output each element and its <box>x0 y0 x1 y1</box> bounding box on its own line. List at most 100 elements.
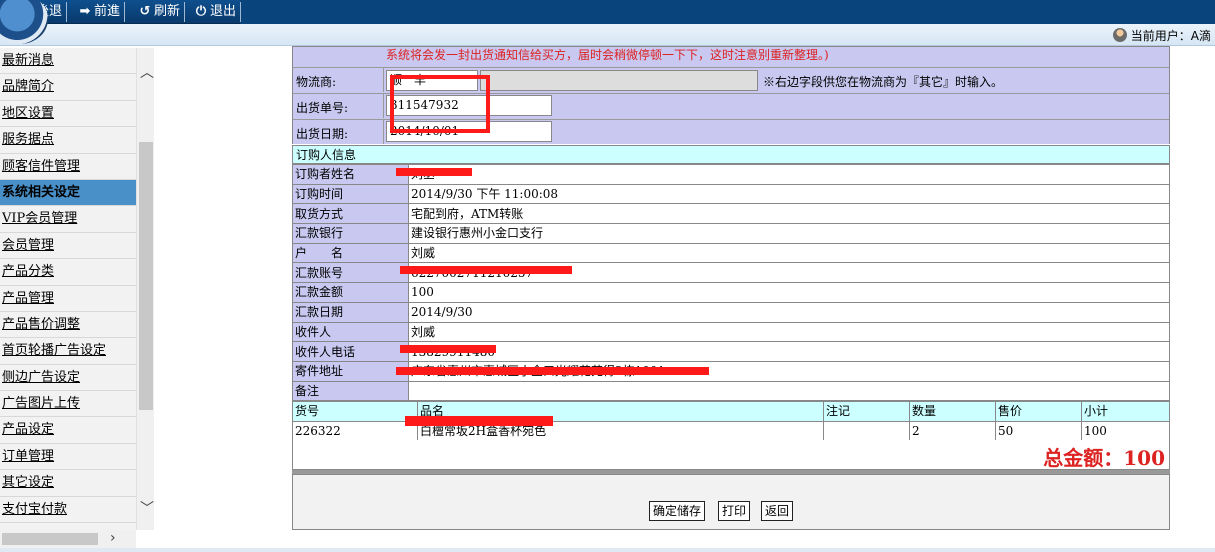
buyer-label: 汇款金额 <box>292 282 409 303</box>
buyer-value: 2014/9/30 <box>408 301 1170 323</box>
sidebar-menu: 最新消息 品牌简介 地区设置 服务据点 顾客信件管理 系统相关设定 VIP会员管… <box>0 48 136 530</box>
scroll-thumb[interactable] <box>139 142 153 410</box>
sidebar-item-system-settings[interactable]: 系统相关设定 <box>0 179 136 207</box>
forward-label: 前進 <box>94 4 121 19</box>
buyer-row: 取货方式 宅配到府，ATM转账 <box>292 203 1170 225</box>
buyer-label: 取货方式 <box>292 203 409 225</box>
h-scroll-thumb[interactable] <box>2 533 98 545</box>
sidebar-item-price-adjust[interactable]: 产品售价调整 <box>0 312 136 339</box>
buyer-value: 刘丞 <box>408 164 1170 185</box>
sidebar-item-orders[interactable]: 订单管理 <box>0 444 136 471</box>
sidebar-item-news[interactable]: 最新消息 <box>0 48 136 75</box>
user-avatar-icon <box>1112 28 1127 42</box>
red-annotation-box <box>390 75 490 133</box>
redaction-mark <box>396 367 709 375</box>
buyer-row: 户 名刘威 <box>292 242 1170 264</box>
buyer-value: 建设银行惠州小金口支行 <box>408 223 1170 244</box>
buyer-value: 刘威 <box>408 321 1170 343</box>
buyer-section-title: 订购人信息 <box>292 145 1170 164</box>
logistics-other-input[interactable] <box>480 70 758 91</box>
buyer-label: 户 名 <box>292 242 409 264</box>
user-info-bar: 当前用户：A滴 <box>0 24 1215 46</box>
sidebar-item-alipay[interactable]: 支付宝付款 <box>0 497 136 524</box>
current-user-text: 当前用户：A滴 <box>1130 29 1211 43</box>
action-bar: 确定储存 打印 返回 <box>292 474 1170 530</box>
scroll-right-icon[interactable]: › <box>110 530 116 546</box>
sidebar-item-carousel-ads[interactable]: 首页轮播广告设定 <box>0 338 136 365</box>
buyer-label: 汇款账号 <box>292 262 409 284</box>
scroll-up-icon[interactable]: ︿ <box>140 62 154 82</box>
total-area: 总金额：100 <box>292 440 1170 470</box>
buyer-row: 汇款金额 100 <box>292 282 1170 303</box>
refresh-button[interactable]: ↺ 刷新 <box>134 2 186 22</box>
logistics-label: 物流商: <box>296 75 337 89</box>
goods-header: 数量 <box>909 401 996 422</box>
goods-header: 货号 <box>292 401 418 422</box>
sidebar-item-ad-upload[interactable]: 广告图片上传 <box>0 391 136 418</box>
sidebar-item-categories[interactable]: 产品分类 <box>0 259 136 286</box>
redaction-mark <box>405 416 553 426</box>
buyer-value: 宅配到府，ATM转账 <box>408 203 1170 225</box>
buyer-value: 刘威 <box>408 242 1170 264</box>
sidebar-item-side-ads[interactable]: 侧边广告设定 <box>0 365 136 392</box>
print-button[interactable]: 打印 <box>718 501 751 521</box>
sidebar-item-brand[interactable]: 品牌简介 <box>0 74 136 101</box>
goods-cell: 100 <box>1081 420 1170 441</box>
sidebar-item-region[interactable]: 地区设置 <box>0 101 136 128</box>
sidebar-item-other-settings[interactable]: 其它设定 <box>0 470 136 497</box>
sidebar-item-customer-mail[interactable]: 顾客信件管理 <box>0 154 136 180</box>
buyer-label: 备注 <box>292 380 409 402</box>
buyer-label: 收件人电话 <box>292 341 409 362</box>
sidebar-horizontal-scrollbar[interactable]: › <box>0 530 136 548</box>
buyer-value: 13829911480 <box>408 341 1170 362</box>
sidebar-item-members[interactable]: 会员管理 <box>0 233 136 260</box>
refresh-label: 刷新 <box>154 4 181 19</box>
forward-button[interactable]: ➡ 前進 <box>74 2 126 22</box>
buyer-value: 100 <box>408 282 1170 303</box>
goods-cell: 50 <box>995 420 1082 441</box>
goods-header: 小计 <box>1081 401 1170 422</box>
redaction-mark <box>396 168 472 176</box>
buyer-info-table: 订购者姓名刘丞 订购时间2014/9/30 下午 11:00:08 取货方式宅配… <box>292 164 1170 402</box>
logout-button[interactable]: ⏻ 退出 <box>190 2 242 22</box>
scroll-down-icon[interactable]: ﹀ <box>140 498 154 518</box>
goods-cell: 2 <box>909 420 996 441</box>
goods-header: 注记 <box>823 401 910 422</box>
buyer-value <box>408 380 1170 402</box>
redaction-mark <box>400 266 572 274</box>
total-amount: 总金额：100 <box>1043 446 1165 470</box>
sidebar-item-service-points[interactable]: 服务据点 <box>0 127 136 154</box>
ship-date-label: 出货日期: <box>296 127 349 141</box>
sidebar-vertical-scrollbar[interactable]: ︿ ﹀ <box>136 48 154 530</box>
buyer-label: 订购时间 <box>292 183 409 205</box>
buyer-label: 汇款日期 <box>292 301 409 323</box>
buyer-row: 收件人 刘威 <box>292 321 1170 343</box>
buyer-label: 汇款银行 <box>292 223 409 244</box>
sidebar-item-vip[interactable]: VIP会员管理 <box>0 206 136 233</box>
current-user: 当前用户：A滴 <box>1112 27 1211 44</box>
goods-cell: 226322 <box>292 420 418 441</box>
buyer-label: 订购者姓名 <box>292 164 409 185</box>
buyer-row: 备注 <box>292 380 1170 402</box>
redaction-mark <box>400 345 496 353</box>
toolbar-filler <box>240 0 1215 24</box>
buyer-label: 收件人 <box>292 321 409 343</box>
buyer-row: 订购时间 2014/9/30 下午 11:00:08 <box>292 183 1170 205</box>
refresh-icon: ↺ <box>139 4 151 19</box>
buyer-row: 汇款日期 2014/9/30 <box>292 301 1170 323</box>
sidebar-item-products[interactable]: 产品管理 <box>0 286 136 312</box>
notice-text: 系统将会发一封出货通知信给买方，届时会稍微停顿一下下，这时注意别重新整理。) <box>386 48 829 62</box>
ship-number-label: 出货单号: <box>296 101 349 115</box>
back-return-button[interactable]: 返回 <box>761 501 794 521</box>
buyer-label: 寄件地址 <box>292 360 409 382</box>
logout-label: 退出 <box>210 4 237 19</box>
logistics-hint: ※右边字段供您在物流商为『其它』时输入。 <box>763 75 1004 89</box>
power-icon: ⏻ <box>195 4 207 19</box>
sidebar-item-product-settings[interactable]: 产品设定 <box>0 417 136 444</box>
top-toolbar: 頁 ◀後退 ➡前進 ↺刷新 ⏻退出 <box>0 0 1215 24</box>
forward-arrow-icon: ➡ <box>79 4 91 19</box>
save-button[interactable]: 确定储存 <box>649 501 706 521</box>
buyer-row: 汇款银行 建设银行惠州小金口支行 <box>292 223 1170 244</box>
goods-header: 售价 <box>995 401 1082 422</box>
goods-cell <box>823 420 910 441</box>
